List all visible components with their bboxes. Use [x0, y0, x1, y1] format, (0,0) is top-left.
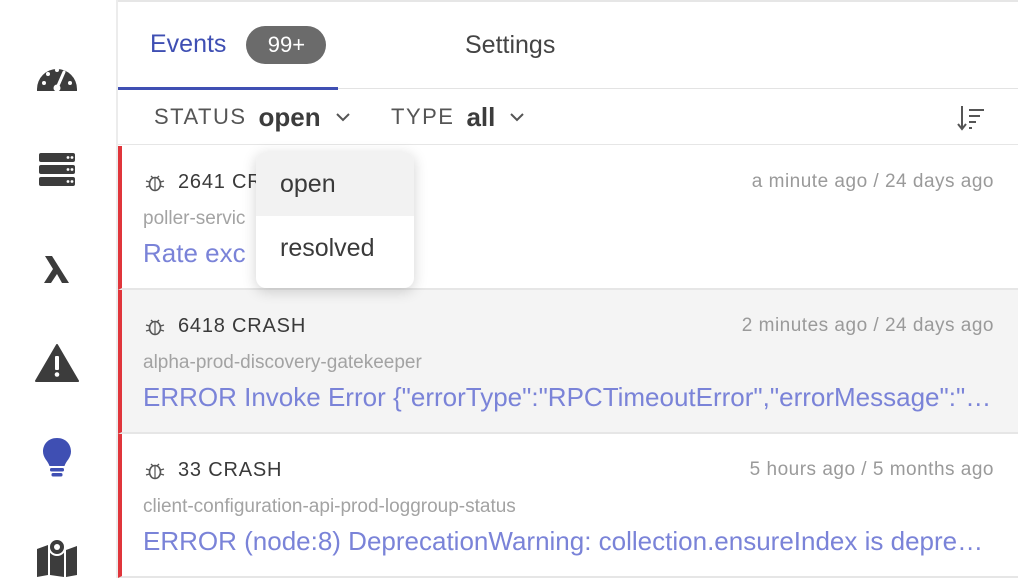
- event-row[interactable]: 6418 CRASH 2 minutes ago / 24 days ago a…: [118, 290, 1018, 434]
- type-filter-value: all: [466, 101, 496, 132]
- event-list: 2641 CR a minute ago / 24 days ago polle…: [118, 146, 1018, 578]
- event-message[interactable]: ERROR Invoke Error {"errorType":"RPCTime…: [143, 382, 996, 413]
- event-source: alpha-prod-discovery-gatekeeper: [143, 352, 422, 373]
- events-count-badge: 99+: [246, 25, 327, 64]
- sort-icon[interactable]: [956, 103, 986, 133]
- event-source: client-configuration-api-prod-loggroup-s…: [143, 496, 516, 517]
- tab-settings-label: Settings: [465, 31, 556, 59]
- chevron-down-icon: [510, 113, 525, 122]
- lightbulb-icon[interactable]: [34, 434, 80, 480]
- chevron-down-icon: [335, 113, 350, 122]
- sidebar: [0, 0, 118, 578]
- type-filter-label: TYPE: [391, 104, 455, 129]
- bug-icon: [145, 319, 165, 336]
- server-icon[interactable]: [34, 147, 80, 193]
- filter-bar: STATUS open TYPE all: [118, 89, 1018, 145]
- event-id: 2641 CR: [178, 170, 263, 193]
- status-filter-value: open: [258, 101, 321, 132]
- dropdown-option-open[interactable]: open: [256, 152, 414, 216]
- event-source: poller-servic: [143, 208, 246, 229]
- event-row[interactable]: 33 CRASH 5 hours ago / 5 months ago clie…: [118, 434, 1018, 578]
- tab-events[interactable]: Events 99+: [118, 2, 338, 90]
- bug-icon: [145, 463, 165, 480]
- type-filter[interactable]: TYPE all: [391, 89, 525, 145]
- event-id: 33 CRASH: [178, 458, 283, 481]
- lambda-icon[interactable]: [34, 246, 80, 292]
- dashboard-gauge-icon[interactable]: [34, 52, 80, 98]
- events-panel: Events 99+ Settings STATUS open TYPE all: [118, 0, 1018, 578]
- event-time: 5 hours ago / 5 months ago: [749, 459, 994, 480]
- event-time: 2 minutes ago / 24 days ago: [741, 315, 994, 336]
- warning-icon[interactable]: [34, 340, 80, 386]
- dropdown-option-resolved[interactable]: resolved: [256, 216, 414, 280]
- event-message[interactable]: ERROR (node:8) DeprecationWarning: colle…: [143, 526, 996, 557]
- bug-icon: [145, 175, 165, 192]
- status-filter-label: STATUS: [154, 104, 247, 129]
- status-dropdown-menu: open resolved: [256, 152, 414, 288]
- tab-bar: Events 99+ Settings: [118, 2, 1018, 90]
- tab-events-label: Events: [150, 30, 227, 58]
- status-filter[interactable]: STATUS open: [154, 89, 351, 145]
- event-row[interactable]: 2641 CR a minute ago / 24 days ago polle…: [118, 146, 1018, 290]
- tab-settings[interactable]: Settings: [465, 2, 555, 89]
- event-id: 6418 CRASH: [178, 314, 307, 337]
- event-time: a minute ago / 24 days ago: [751, 171, 994, 192]
- map-icon[interactable]: [34, 534, 80, 578]
